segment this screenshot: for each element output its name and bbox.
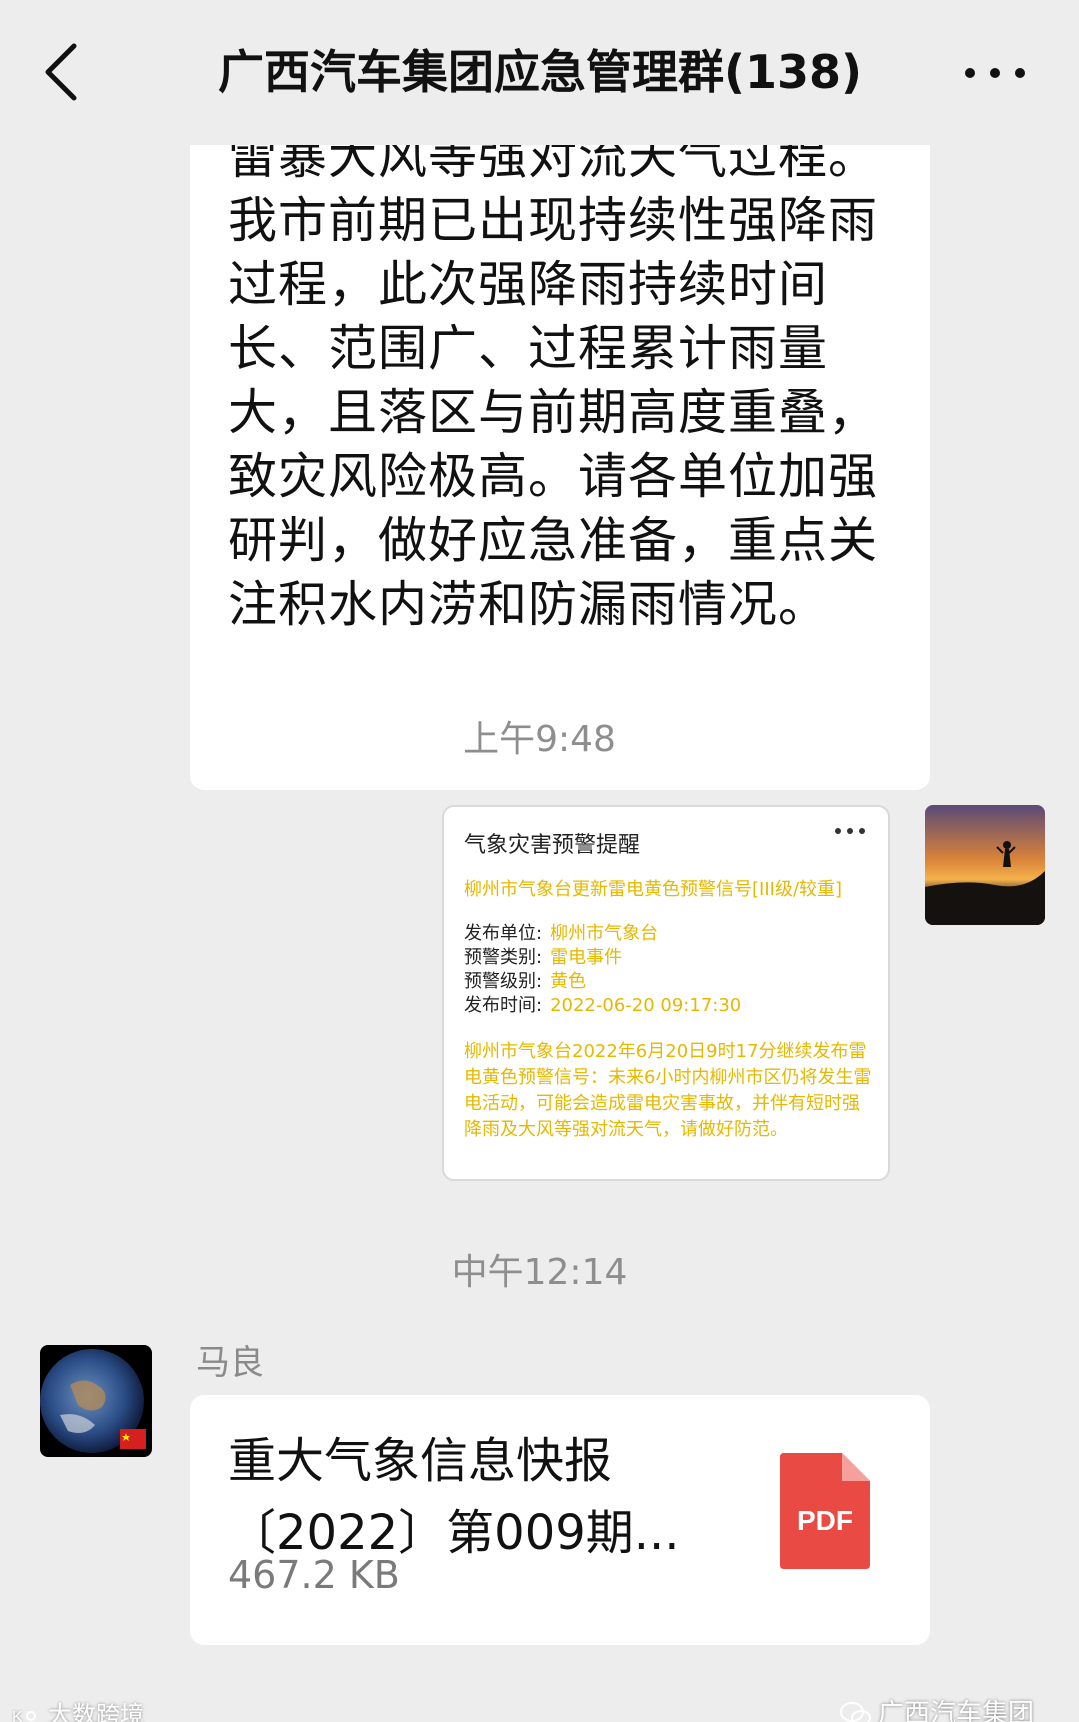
wechat-icon [840, 1701, 871, 1722]
field-label: 发布单位: [464, 923, 543, 944]
watermark-right-text: 广西汽车集团 [878, 1699, 1035, 1722]
more-icon[interactable] [830, 821, 870, 841]
field-value: 黄色 [550, 971, 587, 992]
chevron-left-icon [45, 43, 77, 101]
earth-avatar-image [40, 1345, 152, 1457]
field-label: 预警级别: [464, 971, 543, 992]
avatar[interactable] [40, 1345, 152, 1457]
avatar[interactable] [925, 805, 1045, 925]
watermark-left-text: 大数跨境 [48, 1701, 144, 1722]
card-subtitle: 柳州市气象台更新雷电黄色预警信号[III级/较重] [464, 879, 843, 900]
pdf-label: PDF [797, 1505, 853, 1536]
card-field: 预警级别: 黄色 [464, 967, 586, 993]
card-field: 预警类别: 雷电事件 [464, 943, 622, 969]
watermark-right: 广西汽车集团 [840, 1693, 1034, 1722]
field-label: 预警类别: [464, 947, 543, 968]
timestamp: 中午12:14 [451, 1252, 628, 1293]
watermark-left: K 大数跨境 [12, 1695, 144, 1722]
message-text: 雷暴大风等强对流天气过程。 我市前期已出现持续性强降雨过程，此次强降雨持续时间长… [228, 145, 879, 633]
more-icon [965, 68, 1025, 78]
file-message[interactable]: 重大气象信息快报〔2022〕第009期... 467.2 KB PDF [190, 1395, 930, 1645]
card-body: 柳州市气象台2022年6月20日9时17分继续发布雷电黄色预警信号：未来6小时内… [464, 1041, 872, 1140]
chat-area[interactable]: 雷暴大风等强对流天气过程。 我市前期已出现持续性强降雨过程，此次强降雨持续时间长… [0, 145, 1079, 1722]
file-name: 重大气象信息快报〔2022〕第009期... [228, 1433, 680, 1561]
field-label: 发布时间: [464, 995, 543, 1016]
back-button[interactable] [38, 40, 88, 104]
timestamp: 上午9:48 [463, 719, 616, 760]
file-size: 467.2 KB [228, 1553, 400, 1597]
field-value: 雷电事件 [550, 947, 623, 968]
watermark-logo-icon: K [12, 1709, 36, 1722]
card-field: 发布单位: 柳州市气象台 [464, 919, 658, 945]
sunset-avatar-image [925, 805, 1045, 925]
more-button[interactable] [960, 58, 1030, 88]
field-value: 柳州市气象台 [550, 923, 659, 944]
warning-card[interactable]: 气象灾害预警提醒 柳州市气象台更新雷电黄色预警信号[III级/较重] 发布单位:… [442, 805, 890, 1181]
card-title: 气象灾害预警提醒 [464, 833, 641, 858]
chat-header: 广西汽车集团应急管理群(138) [0, 0, 1079, 145]
pdf-file-icon: PDF [780, 1453, 870, 1569]
svg-text:K: K [12, 1709, 23, 1722]
sender-name: 马良 [196, 1343, 264, 1383]
card-field: 发布时间: 2022-06-20 09:17:30 [464, 991, 741, 1017]
chat-title: 广西汽车集团应急管理群(138) [217, 45, 863, 99]
message-bubble[interactable]: 雷暴大风等强对流天气过程。 我市前期已出现持续性强降雨过程，此次强降雨持续时间长… [190, 145, 930, 790]
field-value: 2022-06-20 09:17:30 [550, 995, 742, 1016]
